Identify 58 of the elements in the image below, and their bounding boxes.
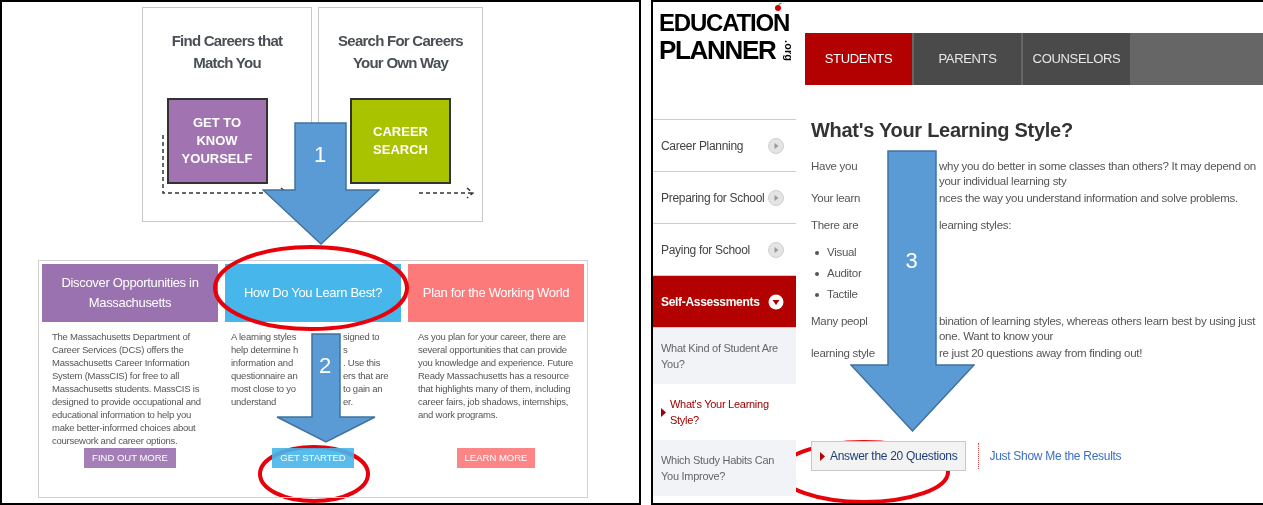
logo-line: EDUCATION	[659, 10, 791, 36]
logo-line: PLANNER	[659, 36, 776, 64]
description-fragment: signed to	[343, 330, 380, 343]
triangle-marker-icon	[820, 451, 825, 461]
card-title: Find Careers that Match You	[170, 31, 284, 73]
step-number: 1	[314, 144, 327, 166]
learning-style-item: Tactile	[827, 287, 858, 302]
learning-style-item: Visual	[827, 245, 857, 260]
section-title: How Do You Learn Best?	[243, 284, 383, 302]
card-title: Search For Careers Your Own Way	[337, 31, 464, 73]
dashed-arrow-icon	[417, 186, 477, 200]
section-title: Plan for the Working World	[422, 284, 570, 302]
description-fragment: to gain an	[343, 382, 383, 395]
right-chevron-icon	[768, 241, 784, 258]
section-description: As you plan for your career, there are several opportunities that can provide you knowledge and experience. Future Ready Massachusetts has a resource that highlights many of them, including career fairs, job shadows, internships, and work programs.	[417, 330, 575, 421]
description-fragment: most close to yo	[231, 382, 297, 395]
sidebar-subitem[interactable]: What Kind of Student Are You?	[653, 328, 796, 384]
description-fragment: A learning styles	[231, 330, 298, 343]
description-fragment: ers that are	[343, 369, 389, 382]
show-results-link[interactable]: Just Show Me the Results	[989, 448, 1122, 464]
step-number: 3	[905, 250, 918, 272]
paragraph-fragment: re just 20 questions away from finding out!	[939, 346, 1143, 361]
nav-tab[interactable]: PARENTS	[914, 33, 1021, 85]
sidebar-item[interactable]: Self-Assessments	[653, 276, 796, 328]
paragraph-fragment: There are	[811, 218, 860, 233]
step-number: 2	[319, 355, 332, 377]
bullet-icon	[815, 292, 819, 297]
paragraph-fragment: learning styles:	[939, 218, 1012, 233]
description-fragment: s	[343, 343, 348, 356]
learning-style-item: Auditor	[827, 266, 862, 281]
paragraph-fragment: Your learn	[811, 191, 862, 206]
description-fragment: questionnaire an	[231, 369, 299, 382]
apple-icon	[773, 2, 783, 11]
answer-questions-button[interactable]: Answer the 20 Questions	[811, 441, 967, 471]
sidebar-subitem[interactable]: Which Study Habits Can You Improve?	[653, 440, 796, 496]
triangle-marker-icon	[661, 407, 666, 417]
description-fragment: help determine h	[231, 343, 299, 356]
section-description: The Massachusetts Department of Career Services (DCS) offers the Massachusetts Career Information System (MassCIS) for free to all Massachusetts students. MassCIS is designed to provide occupational and educational information to help you make better-informed choices about coursework and career options.	[51, 330, 202, 447]
page-title: What's Your Learning Style?	[811, 118, 1074, 143]
paragraph-fragment: nces the way you understand information and solve problems.	[939, 191, 1238, 206]
section-title: Discover Opportunities in Massachusetts	[60, 274, 200, 312]
description-fragment: er.	[343, 395, 353, 408]
description-fragment: . Use this	[343, 356, 381, 369]
description-fragment: information and	[231, 356, 294, 369]
right-chevron-icon	[768, 189, 784, 206]
logo-suffix: .org	[782, 40, 794, 61]
paragraph-fragment: Many peopl	[811, 314, 869, 329]
bullet-icon	[815, 271, 819, 276]
paragraph-fragment: learning style	[811, 346, 876, 361]
description-fragment: understand	[231, 395, 278, 408]
nav-tab[interactable]: STUDENTS	[805, 33, 912, 85]
nav-tab[interactable]: COUNSELORS	[1023, 33, 1130, 85]
site-logo[interactable]: EDUCATION PLANNER .org	[653, 2, 805, 85]
right-chevron-icon	[768, 137, 784, 154]
paragraph-fragment: Have you	[811, 159, 859, 174]
card-button[interactable]: GET TO KNOW YOURSELF	[166, 98, 268, 184]
bullet-icon	[815, 250, 819, 255]
down-chevron-icon	[768, 293, 784, 310]
